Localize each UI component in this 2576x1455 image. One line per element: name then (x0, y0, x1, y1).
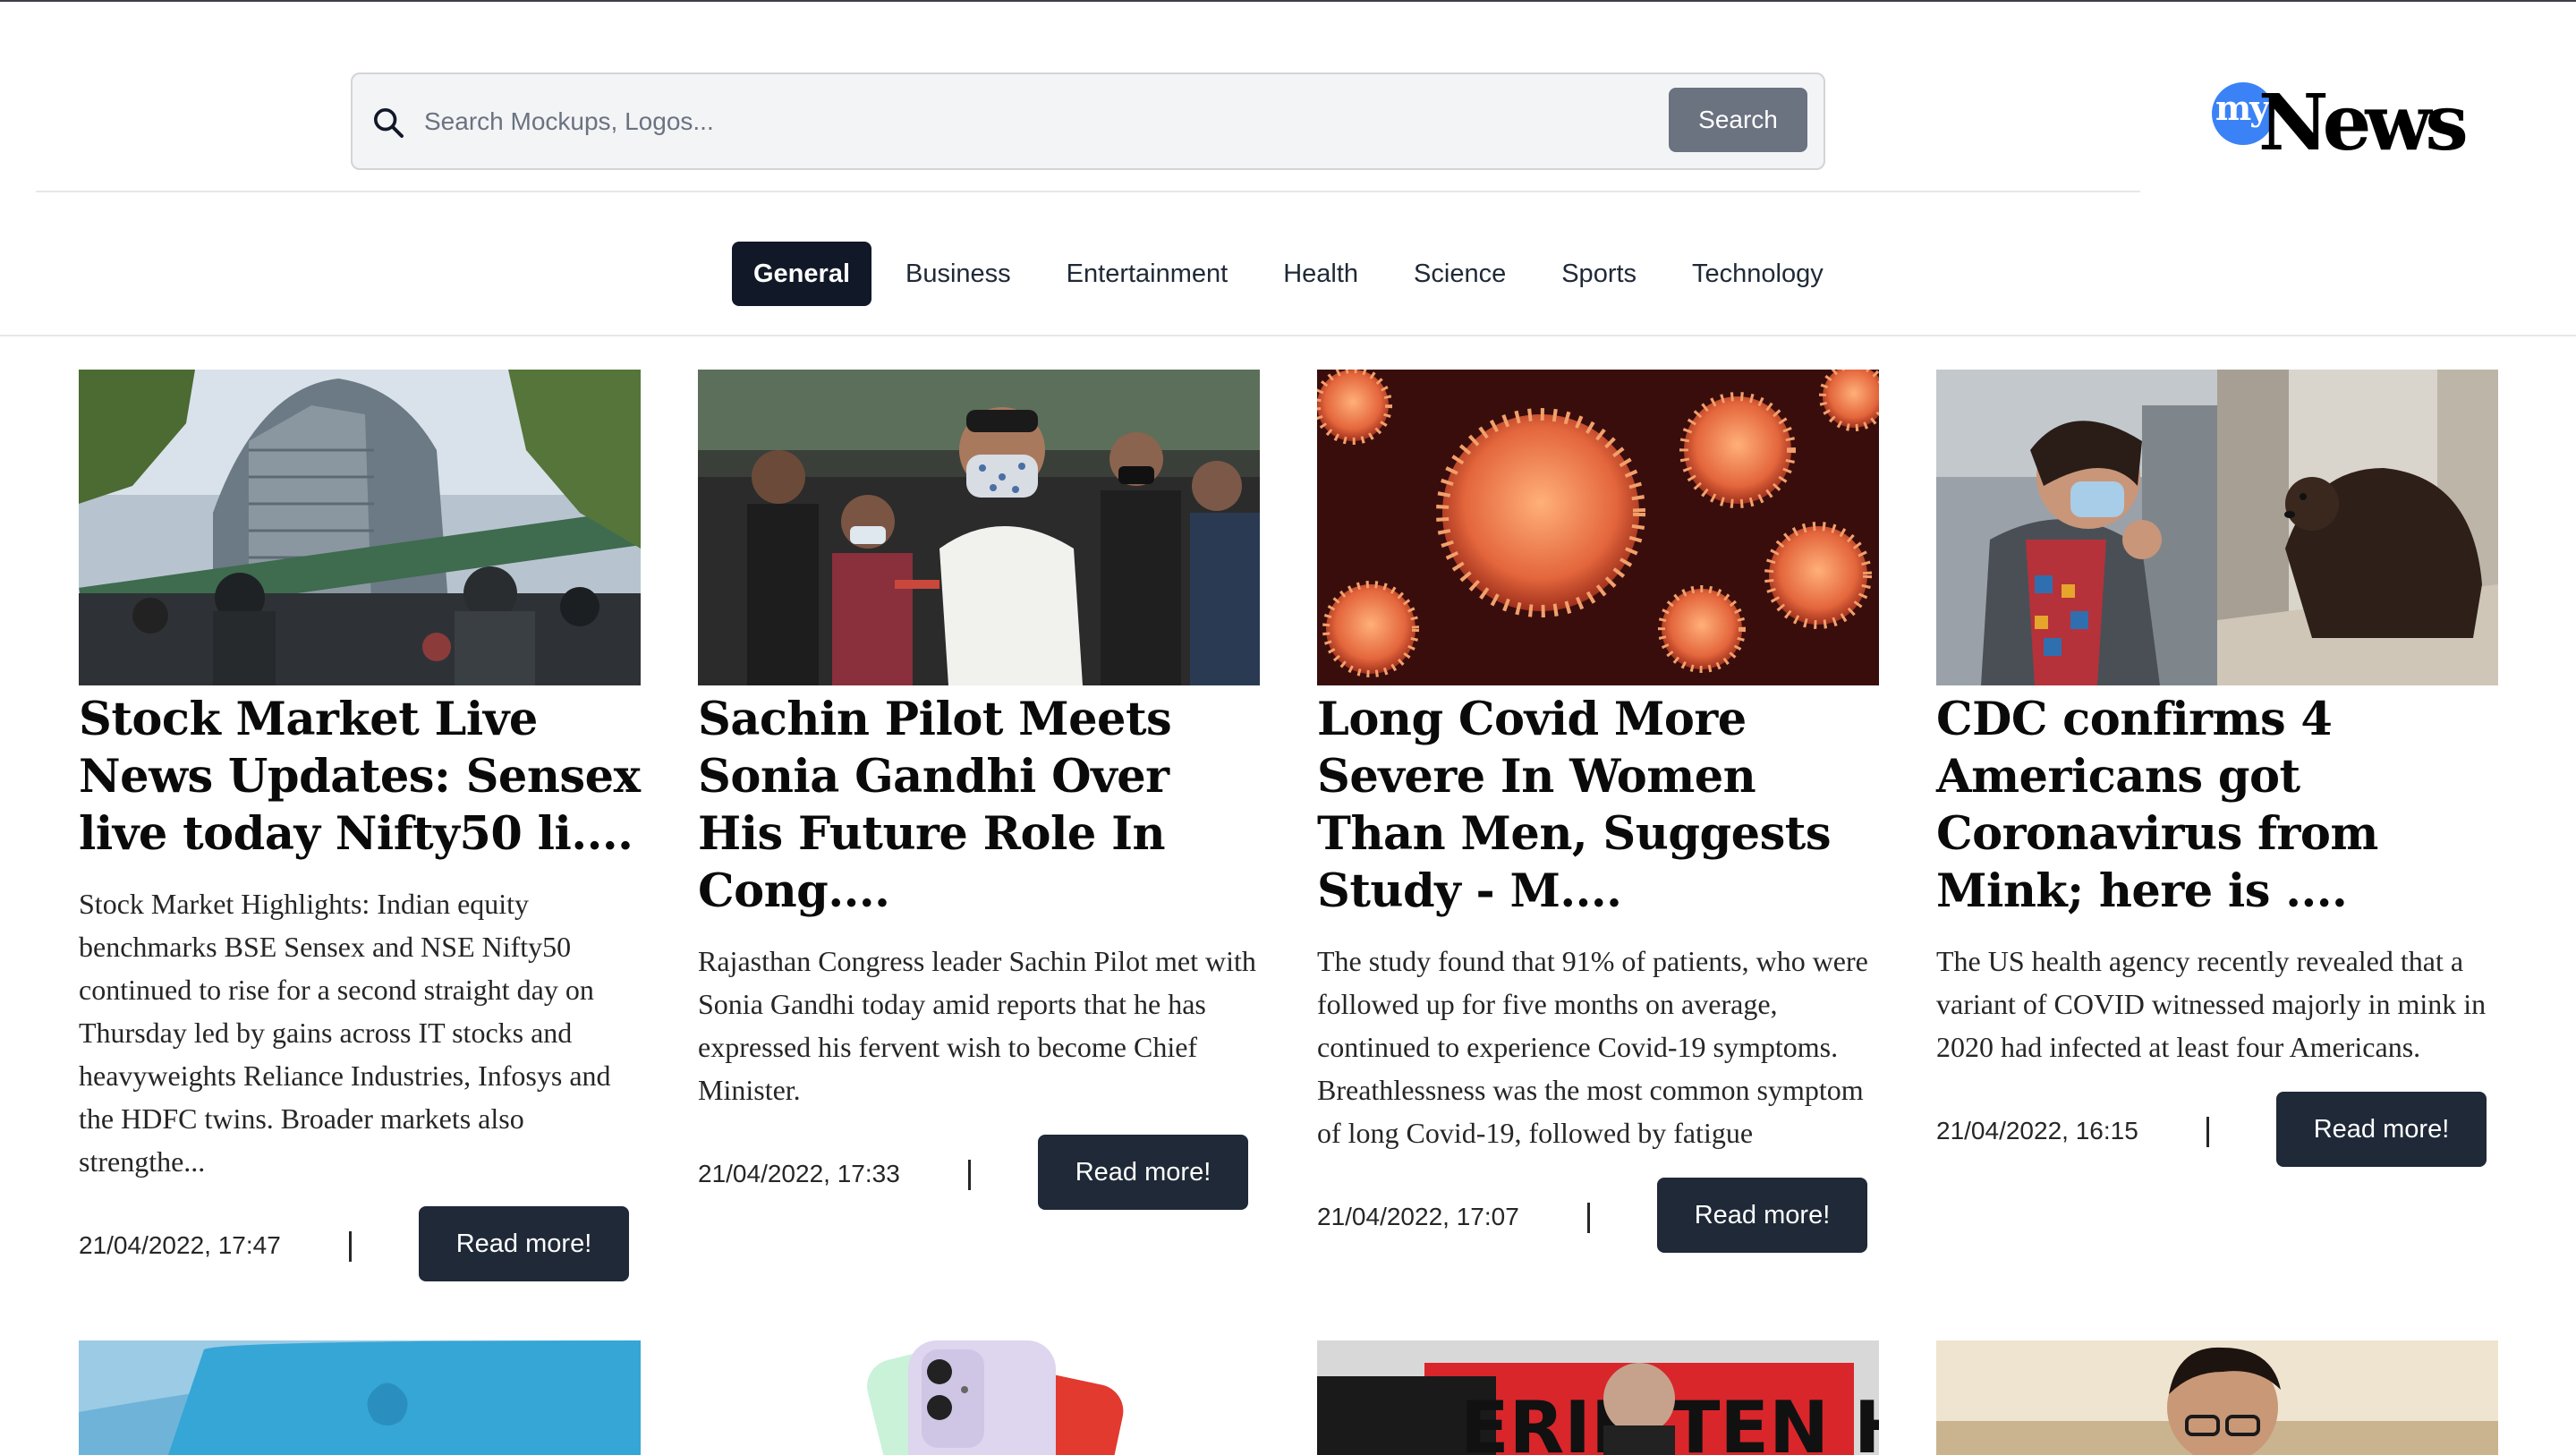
header-divider (36, 191, 2140, 192)
blue-phone-image[interactable] (79, 1340, 641, 1455)
iphones-image[interactable] (698, 1340, 1260, 1455)
search-icon (374, 107, 404, 138)
article-date: 21/04/2022, 17:47 (79, 1231, 281, 1259)
article-date: 21/04/2022, 16:15 (1936, 1117, 2138, 1144)
article-description: Stock Market Highlights: Indian equity b… (79, 888, 611, 1178)
mynews-logo[interactable]: my News (2212, 79, 2471, 168)
read-more-button[interactable]: Read more! (1657, 1178, 1867, 1253)
news-card: Sachin Pilot Meets Sonia Gandhi Over His… (698, 370, 1260, 1210)
erik-ten-hag-poster-image[interactable]: ERIK TEN HAG (1317, 1340, 1879, 1455)
read-more-button[interactable]: Read more! (1038, 1135, 1248, 1210)
article-date: 21/04/2022, 17:33 (698, 1160, 900, 1187)
logo-news-text: News (2258, 78, 2469, 168)
tab-business[interactable]: Business (884, 242, 1033, 306)
card-footer: 21/04/2022, 17:07 Read more! (1317, 1178, 1879, 1253)
separator (349, 1231, 352, 1262)
article-date: 21/04/2022, 17:07 (1317, 1203, 1519, 1230)
separator (2206, 1117, 2209, 1147)
search-input[interactable] (424, 94, 1364, 149)
separator (1587, 1203, 1590, 1233)
article-title[interactable]: Sachin Pilot Meets Sonia Gandhi Over His… (698, 691, 1260, 920)
article-description: The US health agency recently revealed t… (1936, 945, 2487, 1063)
tab-science[interactable]: Science (1392, 242, 1527, 306)
card-footer: 21/04/2022, 17:47 Read more! (79, 1206, 641, 1281)
category-nav: General Business Entertainment Health Sc… (732, 242, 1845, 306)
news-card: Long Covid More Severe In Women Than Men… (1317, 370, 1879, 1253)
man-portrait-image[interactable] (1936, 1340, 2498, 1455)
card-footer: 21/04/2022, 16:15 Read more! (1936, 1092, 2498, 1167)
card-footer: 21/04/2022, 17:33 Read more! (698, 1135, 1260, 1210)
nav-divider (0, 335, 2576, 336)
read-more-button[interactable]: Read more! (2276, 1092, 2487, 1167)
coronavirus-image[interactable] (1317, 370, 1879, 685)
separator (968, 1160, 971, 1190)
tab-health[interactable]: Health (1262, 242, 1380, 306)
article-title[interactable]: Long Covid More Severe In Women Than Men… (1317, 691, 1879, 920)
tab-general[interactable]: General (732, 242, 871, 306)
tab-technology[interactable]: Technology (1671, 242, 1845, 306)
news-card: Stock Market Live News Updates: Sensex l… (79, 370, 641, 1281)
article-title[interactable]: CDC confirms 4 Americans got Coronavirus… (1936, 691, 2498, 920)
cdc-mink-image[interactable] (1936, 370, 2498, 685)
search-button[interactable]: Search (1669, 88, 1807, 152)
article-title[interactable]: Stock Market Live News Updates: Sensex l… (79, 691, 641, 863)
sachin-pilot-image[interactable] (698, 370, 1260, 685)
stock-market-image[interactable] (79, 370, 641, 685)
news-card: CDC confirms 4 Americans got Coronavirus… (1936, 370, 2498, 1167)
article-description: The study found that 91% of patients, wh… (1317, 945, 1868, 1149)
top-border (0, 0, 2576, 2)
search-bar: Search (351, 72, 1825, 170)
read-more-button[interactable]: Read more! (419, 1206, 629, 1281)
tab-entertainment[interactable]: Entertainment (1045, 242, 1250, 306)
article-description: Rajasthan Congress leader Sachin Pilot m… (698, 945, 1256, 1106)
tab-sports[interactable]: Sports (1540, 242, 1658, 306)
